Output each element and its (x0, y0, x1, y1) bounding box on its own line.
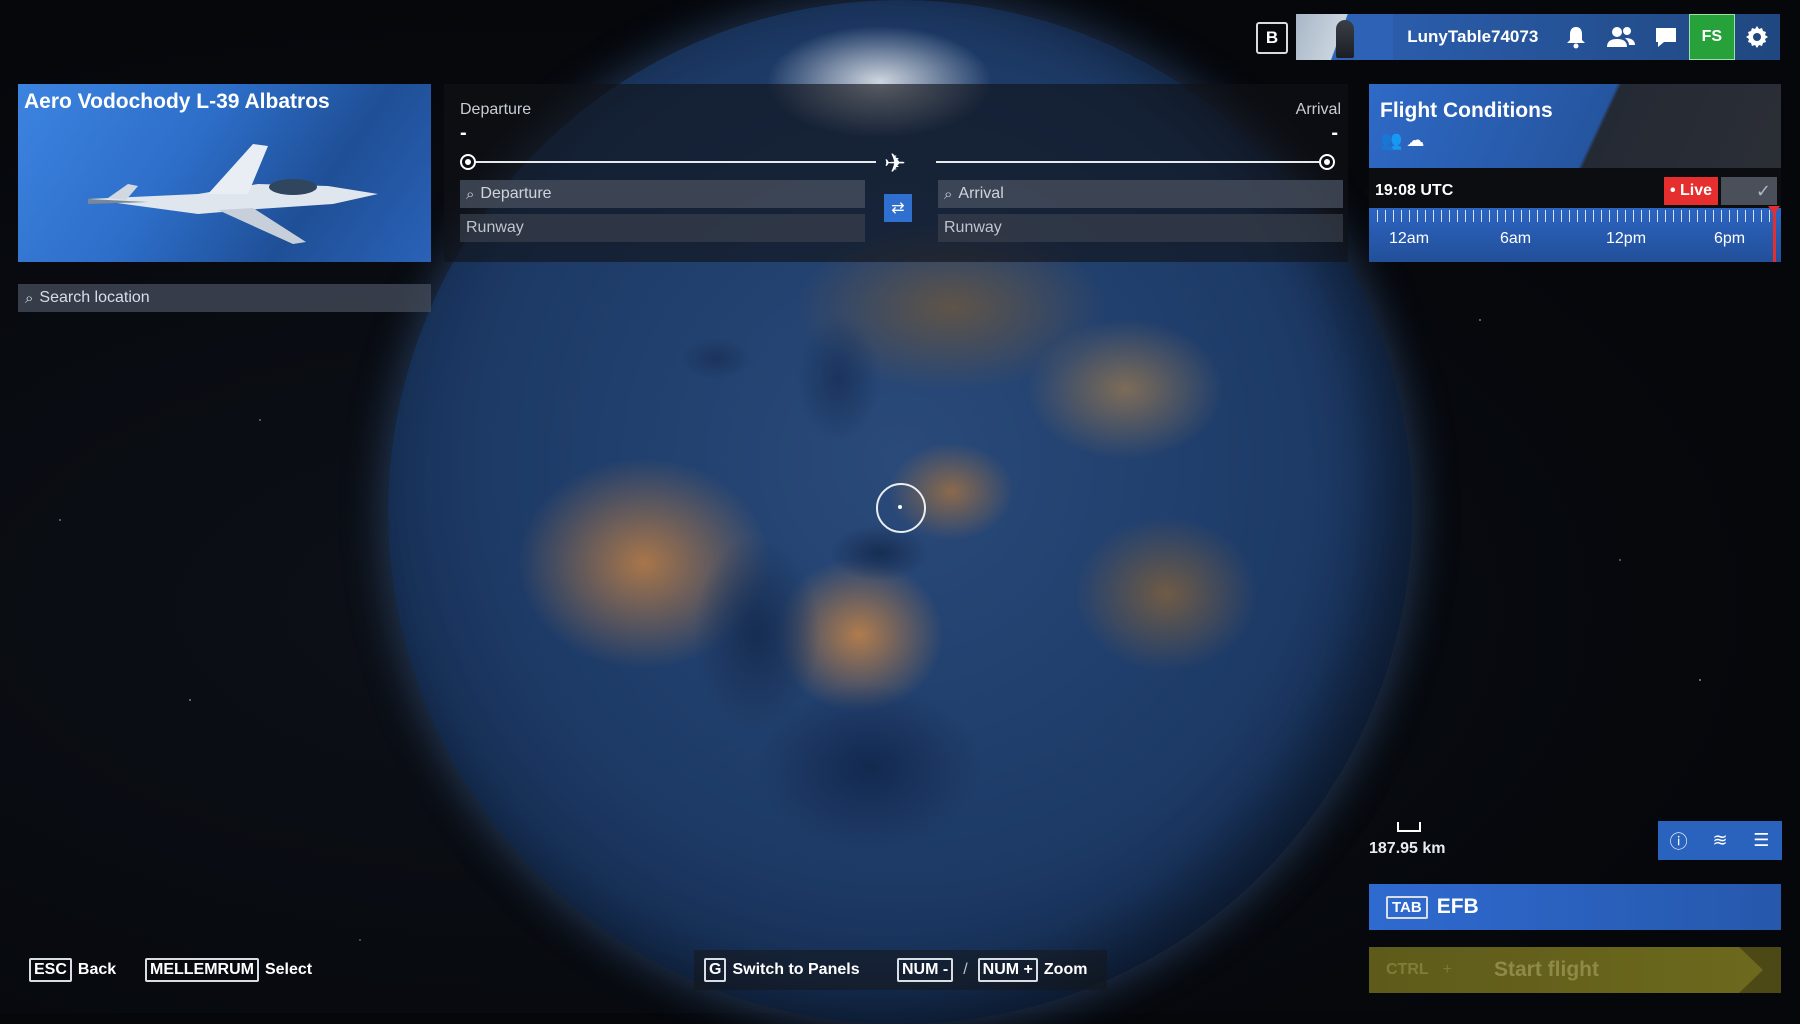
arrival-dash: - (1331, 122, 1338, 144)
departure-point (460, 154, 476, 170)
start-flight-button[interactable]: CTRL + Start flight (1369, 947, 1781, 993)
select-label: Select (264, 961, 313, 978)
departure-field-placeholder: Departure (480, 185, 552, 202)
chat-icon[interactable] (1644, 14, 1689, 60)
slash: / (963, 961, 968, 978)
efb-label: EFB (1436, 895, 1479, 918)
weather-icon: ☁ (1406, 130, 1429, 150)
checkmark-icon: ✓ (1755, 180, 1771, 201)
switch-panels-hint[interactable]: G Switch to Panels (704, 958, 860, 982)
time-slider[interactable]: 12am 6am 12pm 6pm (1369, 206, 1781, 262)
tab-key-hint: TAB (1386, 895, 1428, 919)
map-buttons: ⓘ ≋ ☰ (1658, 821, 1782, 860)
departure-label: Departure (460, 101, 532, 118)
bell-icon[interactable] (1553, 14, 1598, 60)
swap-route-button[interactable]: ⇄ (884, 194, 912, 222)
arrival-point (1319, 154, 1335, 170)
timeline-label: 6am (1500, 230, 1532, 247)
layers-icon[interactable]: ≋ (1699, 821, 1740, 860)
utc-time: 19:08 UTC (1375, 182, 1454, 199)
route-panel: Departure Arrival - - ✈ ⌕ Departure ⇄ ⌕ … (444, 84, 1348, 262)
timeline-label: 12am (1389, 230, 1430, 247)
gear-icon[interactable] (1735, 14, 1780, 60)
start-flight-label: Start flight (1494, 958, 1599, 981)
zoom-hint[interactable]: NUM - / NUM + Zoom (897, 958, 1087, 982)
arrival-track (936, 161, 1319, 163)
filter-icon[interactable]: ☰ (1741, 821, 1782, 860)
friends-icon[interactable] (1598, 14, 1643, 60)
search-icon: ⌕ (466, 185, 475, 203)
search-icon: ⌕ (25, 289, 34, 307)
plus-sign: + (1442, 961, 1452, 978)
g-key: G (704, 958, 727, 982)
live-badge[interactable]: • Live (1664, 177, 1718, 205)
profile-bar: LunyTable74073 FS (1296, 14, 1780, 60)
space-key: MELLEMRUM (145, 958, 259, 982)
scale-bar (1397, 822, 1421, 832)
search-icon: ⌕ (944, 185, 953, 203)
arrival-runway-select[interactable]: Runway (938, 214, 1343, 242)
efb-button[interactable]: TAB EFB (1369, 884, 1781, 930)
timeline-label: 6pm (1714, 230, 1746, 247)
multiplayer-icon: 👥 (1380, 130, 1407, 150)
arrival-label: Arrival (1295, 101, 1341, 118)
airplane-icon: ✈ (884, 148, 906, 178)
current-time-marker[interactable] (1768, 206, 1780, 262)
aircraft-card[interactable]: Aero Vodochody L-39 Albatros (18, 84, 431, 262)
scale-distance: 187.95 km (1369, 840, 1446, 857)
departure-search-field[interactable]: ⌕ Departure (460, 180, 865, 208)
arrival-field-placeholder: Arrival (958, 185, 1004, 202)
ctrl-key-hint: CTRL (1386, 961, 1429, 978)
info-icon[interactable]: ⓘ (1658, 821, 1699, 860)
live-checkbox[interactable]: ✓ (1721, 177, 1777, 205)
search-placeholder: Search location (39, 289, 150, 306)
esc-back-hint[interactable]: ESC Back (29, 958, 116, 982)
username[interactable]: LunyTable74073 (1393, 27, 1553, 47)
flight-conditions-header: Flight Conditions 👥☁ (1369, 84, 1781, 168)
time-ticks (1377, 210, 1773, 222)
search-location-input[interactable]: ⌕ Search location (18, 284, 431, 312)
flight-conditions-panel[interactable]: Flight Conditions 👥☁ 19:08 UTC • Live ✓ … (1369, 84, 1781, 262)
timeline-label: 12pm (1606, 230, 1647, 247)
aircraft-image (88, 144, 378, 244)
fs-store-icon[interactable]: FS (1689, 14, 1735, 60)
departure-dash: - (460, 122, 467, 144)
avatar[interactable] (1296, 14, 1393, 60)
flight-conditions-title: Flight Conditions (1380, 99, 1553, 122)
switch-panels-label: Switch to Panels (732, 961, 860, 978)
map-reticle (876, 483, 926, 533)
departure-runway-select[interactable]: Runway (460, 214, 865, 242)
arrival-search-field[interactable]: ⌕ Arrival (938, 180, 1343, 208)
conditions-icons: 👥☁ (1380, 130, 1428, 151)
select-hint[interactable]: MELLEMRUM Select (145, 958, 312, 982)
aircraft-name: Aero Vodochody L-39 Albatros (24, 90, 330, 113)
esc-key: ESC (29, 958, 72, 982)
back-label: Back (77, 961, 117, 978)
arrow-icon (1739, 947, 1781, 993)
b-key-hint[interactable]: B (1256, 22, 1288, 54)
num-minus-key: NUM - (897, 958, 954, 982)
zoom-label: Zoom (1043, 961, 1088, 978)
departure-track (476, 161, 876, 163)
num-plus-key: NUM + (977, 958, 1038, 982)
